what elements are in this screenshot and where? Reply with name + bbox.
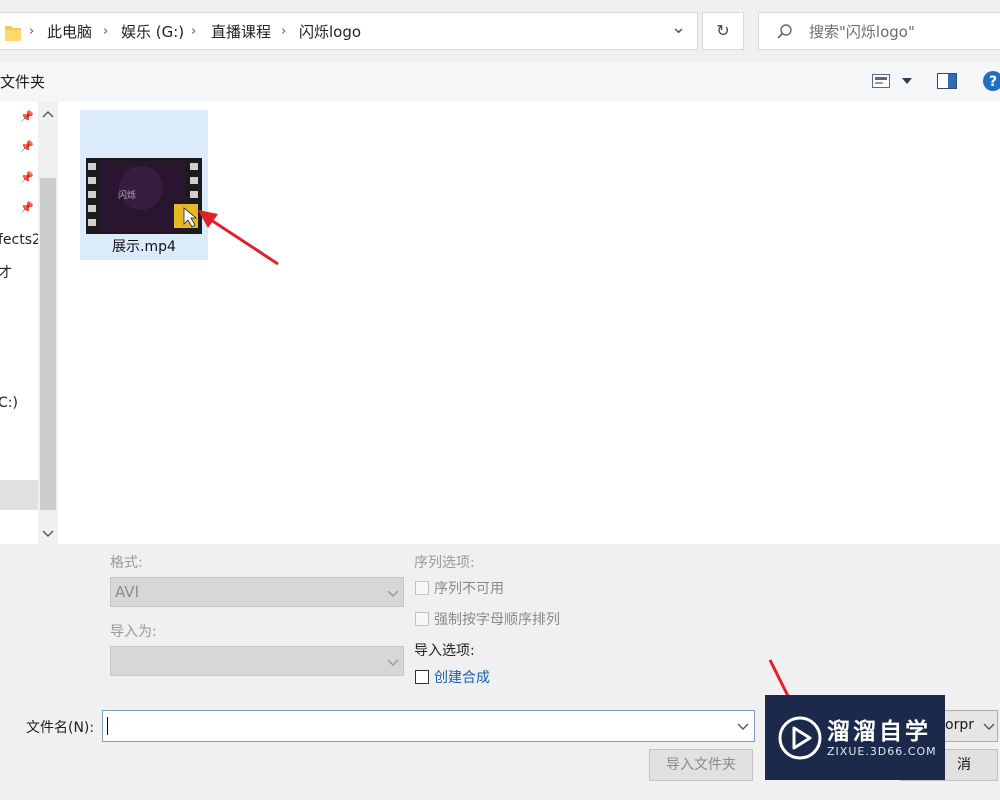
new-folder-button[interactable]: 文件夹 [0, 62, 45, 102]
watermark-url: ZIXUE.3D66.COM [827, 745, 937, 758]
video-file-thumbnail: 闪烁 [86, 158, 202, 234]
scroll-down-icon[interactable] [42, 530, 54, 538]
nav-item[interactable]: 才 [0, 262, 12, 282]
address-toolbar: › 此电脑 › 娱乐 (G:) › 直播课程 › 闪烁logo ⌄ ↻ 搜索"闪… [0, 0, 1000, 62]
breadcrumb-separator: › [191, 24, 197, 39]
view-mode-icon[interactable] [872, 74, 890, 88]
import-as-select[interactable] [110, 646, 404, 676]
refresh-button[interactable]: ↻ [702, 12, 744, 50]
breadcrumb-drive-g[interactable]: 娱乐 (G:) [121, 13, 184, 51]
nav-item[interactable]: fects2 [0, 232, 41, 248]
sequence-options-label: 序列选项: [414, 555, 475, 571]
breadcrumb-separator: › [29, 24, 35, 39]
search-input[interactable]: 搜索"闪烁logo" [758, 12, 1000, 50]
breadcrumb-current-folder[interactable]: 闪烁logo [299, 13, 361, 51]
create-composition-label[interactable]: 创建合成 [434, 667, 490, 687]
filename-input[interactable] [102, 710, 755, 742]
force-alphabetical-checkbox[interactable] [415, 612, 429, 626]
import-folder-button[interactable]: 导入文件夹 [649, 749, 753, 781]
force-alphabetical-label: 强制按字母顺序排列 [434, 612, 560, 628]
help-icon[interactable]: ? [982, 70, 1000, 92]
format-select-value: AVI [115, 583, 139, 601]
search-icon [777, 24, 792, 39]
annotation-arrow-icon [198, 210, 279, 266]
format-select[interactable]: AVI [110, 577, 404, 607]
filename-label: 文件名(N): [26, 720, 95, 736]
pin-icon: 📌 [20, 110, 34, 123]
chevron-down-icon [387, 659, 399, 666]
import-as-label: 导入为: [110, 624, 157, 640]
address-history-dropdown-icon[interactable]: ⌄ [671, 17, 686, 38]
watermark-title: 溜溜自学 [827, 719, 931, 745]
preview-pane-icon[interactable] [937, 73, 957, 89]
chevron-down-icon [387, 590, 399, 597]
file-name-label: 展示.mp4 [112, 239, 176, 255]
breadcrumb-separator: › [281, 24, 287, 39]
annotation-arrow-icon [768, 659, 790, 697]
scroll-up-icon[interactable] [42, 110, 54, 118]
address-bar[interactable]: › 此电脑 › 娱乐 (G:) › 直播课程 › 闪烁logo ⌄ [0, 12, 698, 50]
import-options-label: 导入选项: [414, 643, 475, 659]
file-type-select-value: orpr [945, 717, 974, 733]
create-composition-checkbox[interactable] [415, 670, 429, 684]
sequence-checkbox[interactable] [415, 581, 429, 595]
pin-icon: 📌 [20, 201, 34, 214]
breadcrumb-live-courses[interactable]: 直播课程 [211, 13, 271, 51]
breadcrumb-this-pc[interactable]: 此电脑 [47, 13, 92, 51]
chevron-down-icon [737, 723, 749, 730]
nav-item[interactable]: C:) [0, 395, 18, 411]
folder-icon [5, 26, 21, 41]
play-logo-icon [778, 716, 822, 760]
search-placeholder: 搜索"闪烁logo" [809, 23, 915, 41]
breadcrumb-separator: › [103, 24, 109, 39]
pin-icon: 📌 [20, 140, 34, 153]
nav-item-selected[interactable] [0, 480, 38, 510]
text-caret [107, 717, 108, 735]
chevron-down-icon [983, 723, 995, 730]
nav-scrollbar-thumb[interactable] [40, 178, 56, 510]
view-options-dropdown-icon[interactable] [902, 78, 912, 84]
sequence-unavailable-label: 序列不可用 [434, 581, 504, 597]
format-label: 格式: [110, 555, 143, 571]
command-toolbar: 文件夹 ? [0, 62, 1000, 102]
svg-text:?: ? [989, 74, 997, 90]
thumbnail-text: 闪烁 [118, 189, 136, 201]
pin-icon: 📌 [20, 171, 34, 184]
